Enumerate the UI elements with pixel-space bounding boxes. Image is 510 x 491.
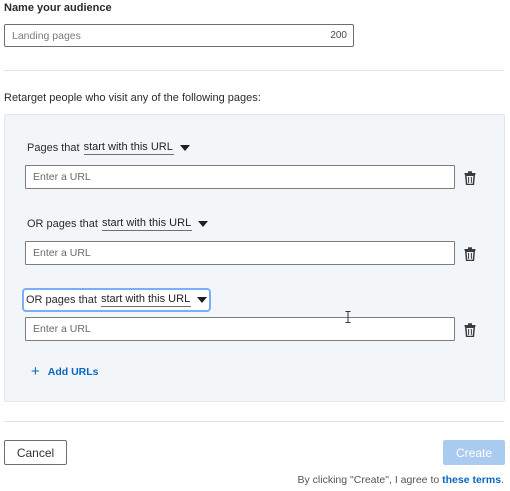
url-rule-selector: Pages that start with this URL <box>25 138 192 157</box>
url-rules-panel: Pages that start with this URL OR pages … <box>4 114 505 402</box>
match-type-dropdown[interactable]: start with this URL <box>101 216 209 231</box>
rule-prefix: OR pages that <box>26 294 97 306</box>
character-counter: 200 <box>330 30 347 41</box>
cancel-button[interactable]: Cancel <box>4 440 67 465</box>
plus-icon: + <box>31 363 40 380</box>
url-input[interactable] <box>26 166 454 188</box>
rule-prefix: Pages that <box>27 141 80 154</box>
match-type-dropdown[interactable]: start with this URL <box>83 140 190 155</box>
section-divider <box>4 70 504 71</box>
terms-link[interactable]: these terms <box>442 474 501 486</box>
url-field[interactable] <box>25 241 455 265</box>
retarget-instructions: Retarget people who visit any of the fol… <box>4 92 261 104</box>
match-type-value: start with this URL <box>101 216 193 231</box>
url-field[interactable] <box>25 317 455 341</box>
rule-prefix: OR pages that <box>27 217 98 230</box>
match-type-dropdown[interactable]: start with this URL <box>100 293 208 307</box>
audience-name-input[interactable] <box>5 25 353 46</box>
url-rule-selector: OR pages that start with this URL <box>25 214 210 233</box>
section-divider <box>4 421 504 422</box>
url-rule-selector: OR pages that start with this URL <box>21 288 212 312</box>
trash-icon[interactable] <box>464 171 476 185</box>
url-input[interactable] <box>26 242 454 264</box>
create-button[interactable]: Create <box>443 440 505 465</box>
url-input[interactable] <box>26 318 454 340</box>
trash-icon[interactable] <box>464 247 476 261</box>
url-field[interactable] <box>25 165 455 189</box>
audience-name-label: Name your audience <box>4 2 112 14</box>
trash-icon[interactable] <box>464 323 476 337</box>
caret-down-icon <box>197 297 208 303</box>
caret-down-icon <box>179 144 190 151</box>
add-urls-button[interactable]: + Add URLs <box>31 364 99 379</box>
add-urls-label: Add URLs <box>47 365 99 378</box>
match-type-value: start with this URL <box>83 140 174 155</box>
terms-end: . <box>501 474 504 486</box>
caret-down-icon <box>198 220 209 227</box>
text-cursor-icon <box>345 311 351 323</box>
terms-notice: By clicking "Create", I agree to these t… <box>298 474 504 486</box>
match-type-value: start with this URL <box>100 293 192 307</box>
audience-name-field[interactable]: 200 <box>4 24 354 47</box>
terms-text: By clicking "Create", I agree to <box>297 474 443 486</box>
